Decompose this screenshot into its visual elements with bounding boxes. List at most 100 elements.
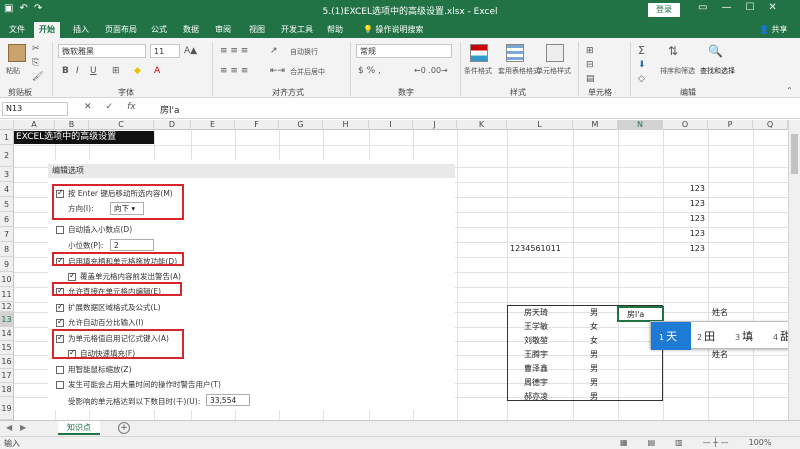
format-cells-icon[interactable]: ▤ — [586, 74, 595, 84]
add-sheet-icon[interactable]: + — [118, 422, 130, 434]
zoom-slider[interactable]: — ┼ — — [703, 438, 729, 447]
col-header-n[interactable]: N — [618, 120, 663, 130]
paste-icon[interactable] — [8, 44, 26, 62]
row-header-7[interactable]: 7 — [0, 227, 14, 242]
checkbox[interactable] — [56, 365, 64, 374]
indent-icon[interactable]: ⇤⇥ — [270, 66, 285, 76]
fill-color-icon[interactable]: ◆ — [134, 66, 141, 76]
conditional-format-icon[interactable] — [470, 44, 488, 62]
scroll-left-icon[interactable]: ◀ — [6, 423, 12, 432]
cell-l17[interactable]: 周德宇 — [524, 377, 548, 388]
tab-file[interactable]: 文件 — [4, 22, 30, 38]
cell-p16[interactable]: 姓名 — [712, 349, 728, 360]
cell-l14[interactable]: 刘敬堃 — [524, 335, 548, 346]
ime-candidate-2[interactable]: 2田 — [697, 328, 715, 344]
tab-view[interactable]: 视图 — [244, 22, 270, 38]
underline-icon[interactable]: U — [90, 66, 97, 76]
bold-icon[interactable]: B — [62, 66, 69, 76]
share-button[interactable]: 👤 共享 — [754, 22, 793, 38]
col-header-q[interactable]: Q — [753, 120, 788, 130]
row-header-16[interactable]: 16 — [0, 355, 14, 369]
col-header-p[interactable]: P — [708, 120, 753, 130]
sheet-tab-knowledge[interactable]: 知识点 — [58, 421, 100, 435]
cell-l12[interactable]: 房天琦 — [524, 307, 548, 318]
cell-o7[interactable]: 123 — [663, 229, 705, 238]
page-break-icon[interactable]: ▥ — [675, 438, 683, 447]
row-header-5[interactable]: 5 — [0, 197, 14, 212]
row-header-14[interactable]: 14 — [0, 327, 14, 341]
cell-l15[interactable]: 王腾宇 — [524, 349, 548, 360]
tab-developer[interactable]: 开发工具 — [276, 22, 318, 38]
col-header-j[interactable]: J — [413, 120, 457, 130]
row-header-1[interactable]: 1 — [0, 130, 14, 145]
cell-m17[interactable]: 男 — [590, 377, 598, 388]
cell-m12[interactable]: 男 — [590, 307, 598, 318]
name-box[interactable]: N13 — [2, 102, 68, 116]
row-header-19[interactable]: 19 — [0, 397, 14, 420]
cell-m13[interactable]: 女 — [590, 321, 598, 332]
row-header-8[interactable]: 8 — [0, 242, 14, 257]
ime-candidate-3[interactable]: 3填 — [735, 328, 753, 344]
normal-view-icon[interactable]: ▦ — [620, 438, 628, 447]
increase-font-icon[interactable]: A▲ — [184, 46, 197, 56]
cell-m14[interactable]: 女 — [590, 335, 598, 346]
row-header-4[interactable]: 4 — [0, 182, 14, 197]
table-format-icon[interactable] — [506, 44, 524, 62]
checkbox[interactable] — [68, 271, 76, 281]
maximize-icon[interactable]: ☐ — [745, 2, 754, 13]
checkbox[interactable] — [56, 225, 64, 234]
row-header-13[interactable]: 13 — [0, 312, 14, 327]
italic-icon[interactable]: I — [76, 66, 79, 76]
tab-data[interactable]: 数据 — [178, 22, 204, 38]
align-top-icon[interactable]: ≡ ≡ ≡ — [220, 46, 248, 56]
close-icon[interactable]: ✕ — [768, 2, 776, 13]
wrap-text-button[interactable]: 自动换行 — [290, 47, 318, 57]
option-time-warning[interactable]: 发生可能会占用大量时间的操作时警告用户(T) — [56, 379, 221, 390]
col-header-o[interactable]: O — [663, 120, 708, 130]
col-header-k[interactable]: K — [457, 120, 507, 130]
checkbox[interactable] — [56, 302, 64, 312]
select-all[interactable] — [0, 120, 14, 130]
tab-help[interactable]: 帮助 — [322, 22, 348, 38]
insert-cells-icon[interactable]: ⊞ — [586, 46, 594, 56]
cell-o8[interactable]: 123 — [663, 244, 705, 253]
cell-style-icon[interactable] — [546, 44, 564, 62]
tell-me-search[interactable]: 💡 操作说明搜索 — [358, 22, 429, 38]
vertical-scrollbar[interactable] — [788, 120, 800, 420]
tab-insert[interactable]: 插入 — [68, 22, 94, 38]
enter-icon[interactable]: ✓ — [106, 102, 114, 112]
col-header-g[interactable]: G — [279, 120, 323, 130]
checkbox[interactable] — [56, 380, 64, 389]
minimize-icon[interactable]: — — [721, 2, 731, 13]
fx-icon[interactable]: fx — [127, 102, 136, 112]
zoom-level[interactable]: 100% — [749, 438, 772, 447]
formula-input[interactable]: 房l'a — [160, 103, 180, 116]
cell-a1-title[interactable]: EXCEL选项中的高级设置 — [14, 131, 154, 144]
checkbox[interactable] — [56, 317, 64, 327]
cell-m15[interactable]: 男 — [590, 349, 598, 360]
row-header-3[interactable]: 3 — [0, 167, 14, 182]
format-painter-icon[interactable]: 🖌 — [32, 72, 43, 82]
orientation-icon[interactable]: ↗ — [270, 46, 278, 56]
sort-filter-icon[interactable]: ⇅ — [668, 44, 678, 58]
option-intellimouse-zoom[interactable]: 用智能鼠标缩放(Z) — [56, 364, 132, 375]
row-header-18[interactable]: 18 — [0, 383, 14, 397]
cell-l16[interactable]: 曹泽鑫 — [524, 363, 548, 374]
cut-icon[interactable]: ✂ — [32, 44, 40, 54]
col-header-f[interactable]: F — [235, 120, 279, 130]
cell-p13[interactable]: 姓名 — [712, 307, 728, 318]
align-left-icon[interactable]: ≡ ≡ ≡ — [220, 66, 248, 76]
fill-icon[interactable]: ⬇ — [638, 60, 646, 70]
scrollbar-thumb[interactable] — [791, 134, 798, 174]
col-header-h[interactable]: H — [323, 120, 369, 130]
row-header-11[interactable]: 11 — [0, 287, 14, 302]
cell-o5[interactable]: 123 — [663, 199, 705, 208]
undo-icon[interactable]: ↶ — [19, 3, 27, 14]
col-header-e[interactable]: E — [191, 120, 235, 130]
col-header-c[interactable]: C — [89, 120, 154, 130]
row-header-2[interactable]: 2 — [0, 145, 14, 167]
row-header-12[interactable]: 12 — [0, 302, 14, 312]
row-header-15[interactable]: 15 — [0, 341, 14, 355]
page-layout-icon[interactable]: ▤ — [648, 438, 656, 447]
decimal-places-spinner[interactable]: 2 — [110, 239, 154, 251]
